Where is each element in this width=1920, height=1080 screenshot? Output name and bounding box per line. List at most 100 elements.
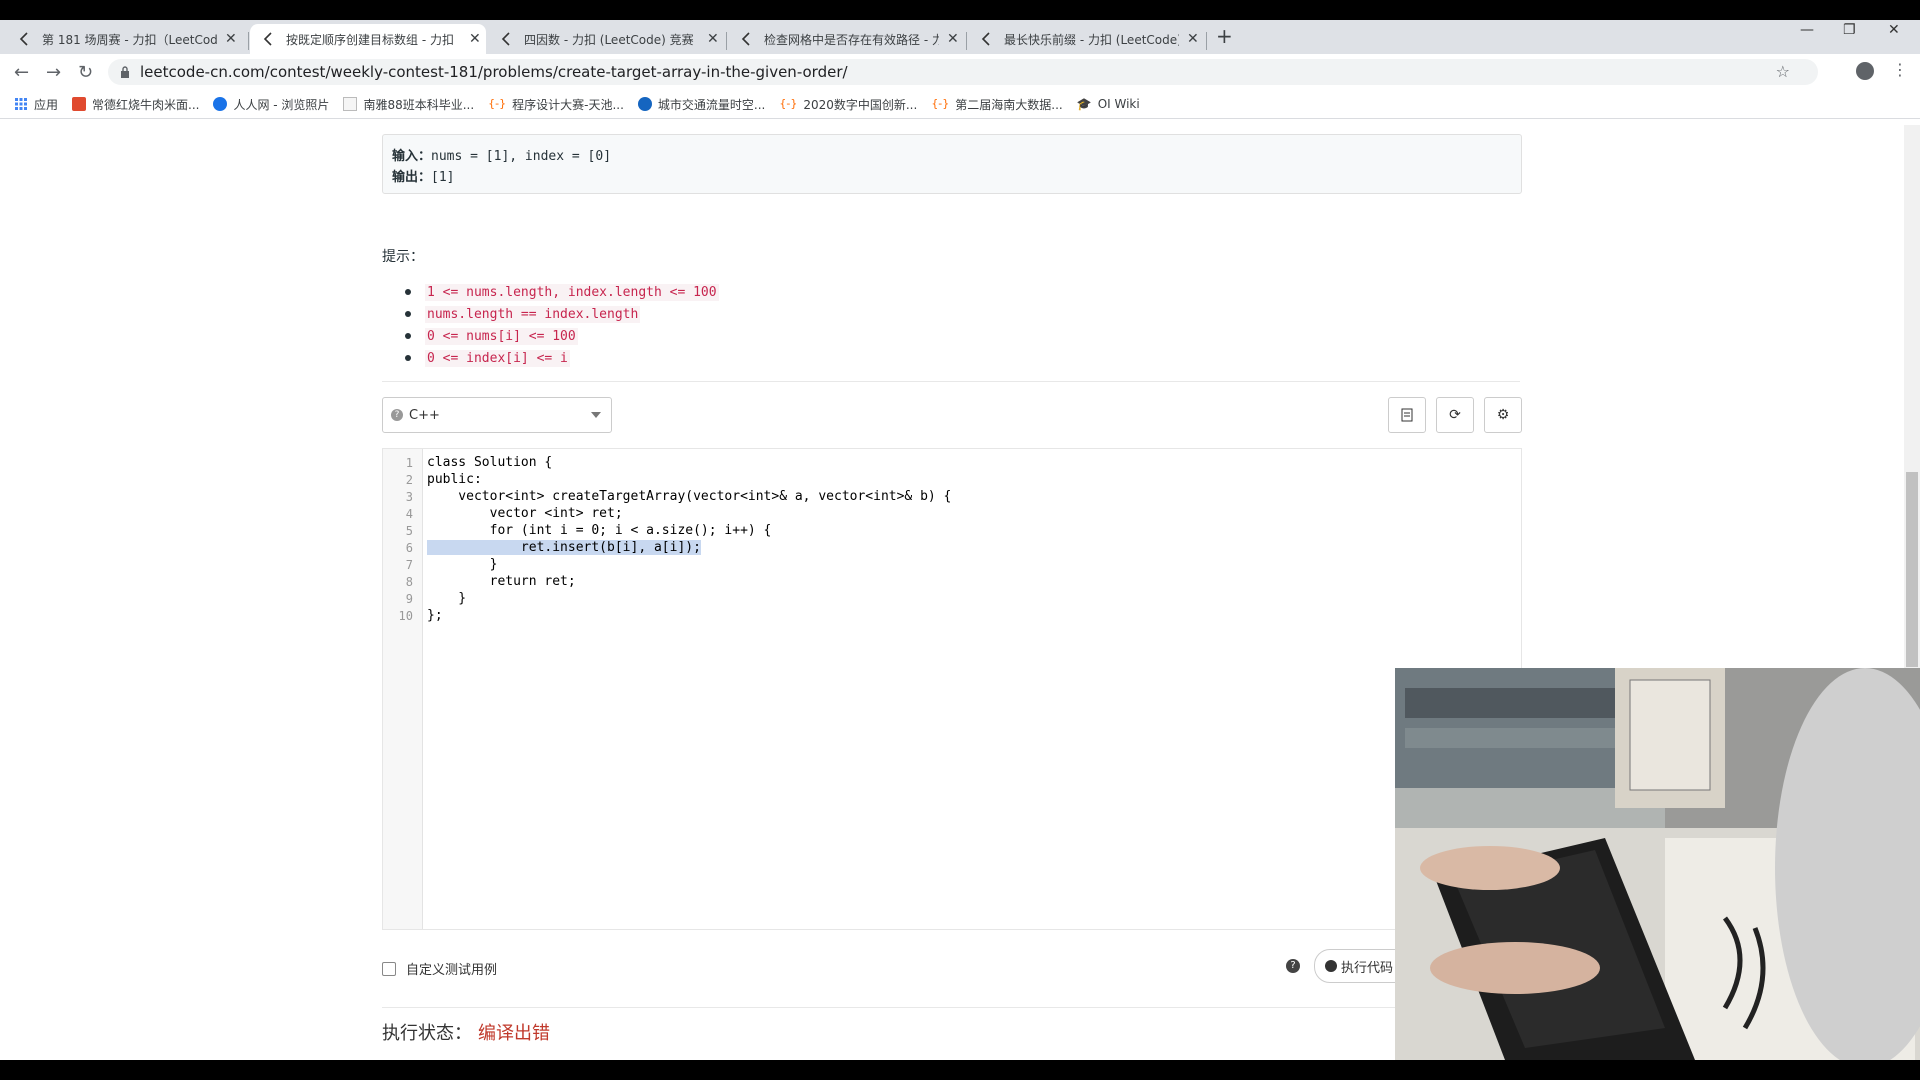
tab-separator xyxy=(966,32,967,50)
code-line: } xyxy=(427,557,498,572)
tab-separator xyxy=(248,32,249,50)
leetcode-icon xyxy=(19,32,28,46)
settings-button[interactable]: ⚙ xyxy=(1484,397,1522,433)
hint-code: 1 <= nums.length, index.length <= 100 xyxy=(425,283,719,301)
line-number: 8 xyxy=(405,575,413,589)
line-number: 1 xyxy=(405,456,413,470)
bookmark-label: 第二届海南大数据... xyxy=(955,97,1063,112)
checkbox[interactable] xyxy=(382,961,396,976)
bookmark-apps[interactable]: 应用 xyxy=(14,96,58,113)
line-gutter: 1 2 3 4 5 6 7 8 9 10 xyxy=(383,449,423,929)
tianchi-icon: {-} xyxy=(488,97,507,110)
bookmark-item[interactable]: {-} 程序设计大赛-天池... xyxy=(488,96,624,113)
hint-code: 0 <= index[i] <= i xyxy=(425,349,570,367)
tab-title: 第 181 场周赛 - 力扣（LeetCod xyxy=(42,32,217,47)
profile-avatar-icon[interactable] xyxy=(1856,62,1874,80)
bookmark-item[interactable]: 人人网 - 浏览照片 xyxy=(213,96,329,113)
bookmark-label: 2020数字中国创新... xyxy=(803,97,918,112)
custom-test-toggle[interactable]: 自定义测试用例 xyxy=(382,959,497,978)
line-number: 3 xyxy=(405,490,413,504)
restore-icon[interactable]: ❐ xyxy=(1843,22,1856,38)
tab-create-target-array[interactable]: 按既定顺序创建目标数组 - 力扣 ✕ xyxy=(250,24,486,54)
leetcode-icon xyxy=(741,32,750,46)
bookmark-label: 人人网 - 浏览照片 xyxy=(233,97,330,112)
new-tab-icon[interactable]: + xyxy=(1216,24,1233,48)
close-icon[interactable]: ✕ xyxy=(469,31,481,47)
letterbox-top xyxy=(0,0,1920,20)
tab-title: 按既定顺序创建目标数组 - 力扣 xyxy=(286,32,454,47)
address-bar[interactable]: leetcode-cn.com/contest/weekly-contest-1… xyxy=(108,59,1818,85)
bookmark-label: 应用 xyxy=(34,97,59,112)
oiwiki-icon: 🎓 xyxy=(1076,97,1092,111)
bookmark-item[interactable]: 南雅88班本科毕业... xyxy=(343,96,474,113)
bookmark-label: 常德红烧牛肉米面... xyxy=(92,97,200,112)
close-icon[interactable]: ✕ xyxy=(947,31,959,47)
reload-icon[interactable]: ↻ xyxy=(78,62,93,83)
help-icon[interactable]: ? xyxy=(1286,959,1300,973)
leetcode-icon xyxy=(501,32,510,46)
lock-icon xyxy=(121,66,129,78)
code-line-selected: ret.insert(b[i], a[i]); xyxy=(427,540,701,555)
code-line: class Solution { xyxy=(427,455,553,470)
letterbox-bottom xyxy=(0,1060,1920,1080)
code-line: public: xyxy=(427,472,482,487)
bookmark-item[interactable]: 城市交通流量时空... xyxy=(637,96,766,113)
minimize-icon[interactable]: — xyxy=(1800,22,1814,38)
help-circle-icon: ? xyxy=(391,409,403,421)
status-label: 执行状态： xyxy=(382,1023,472,1044)
bookmark-item[interactable]: 🎓 OI Wiki xyxy=(1077,97,1140,111)
forward-icon[interactable]: → xyxy=(46,62,61,83)
code-line: } xyxy=(427,591,467,606)
tab-longest-happy-prefix[interactable]: 最长快乐前缀 - 力扣 (LeetCode) ✕ xyxy=(968,24,1204,54)
language-select[interactable]: ? C++ xyxy=(382,397,612,433)
hint-item: 0 <= nums[i] <= 100 xyxy=(405,325,719,347)
output-value: [1] xyxy=(431,170,455,185)
line-number: 6 xyxy=(405,541,413,555)
code-line: }; xyxy=(427,608,443,623)
more-menu-icon[interactable]: ⋮ xyxy=(1892,60,1908,79)
line-number: 9 xyxy=(405,592,413,606)
back-icon[interactable]: ← xyxy=(14,62,29,83)
tianchi-icon: {-} xyxy=(931,97,950,110)
custom-test-label: 自定义测试用例 xyxy=(406,963,498,978)
gear-icon: ⚙ xyxy=(1496,407,1510,423)
hint-code: nums.length == index.length xyxy=(425,305,641,323)
bookmark-item[interactable]: {-} 第二届海南大数据... xyxy=(931,96,1062,113)
webcam-image xyxy=(1395,668,1920,1060)
input-label: 输入： xyxy=(392,149,432,164)
leetcode-icon xyxy=(263,32,272,46)
webcam-overlay xyxy=(1395,668,1920,1060)
code-line: vector <int> ret; xyxy=(427,506,623,521)
bookmark-label: 程序设计大赛-天池... xyxy=(512,97,624,112)
scrollbar-thumb[interactable] xyxy=(1906,472,1918,667)
divider xyxy=(382,381,1520,382)
language-value: C++ xyxy=(409,407,440,423)
star-icon[interactable]: ☆ xyxy=(1776,62,1790,81)
bookmark-item[interactable]: {-} 2020数字中国创新... xyxy=(779,96,917,113)
line-number: 5 xyxy=(405,524,413,538)
hints-list: 1 <= nums.length, index.length <= 100 nu… xyxy=(405,281,719,369)
close-icon[interactable]: ✕ xyxy=(1187,31,1199,47)
url-text: leetcode-cn.com/contest/weekly-contest-1… xyxy=(140,63,848,81)
template-button[interactable] xyxy=(1388,397,1426,433)
browser-toolbar: ← → ↻ leetcode-cn.com/contest/weekly-con… xyxy=(0,54,1920,90)
document-icon xyxy=(1401,408,1413,422)
tab-four-divisors[interactable]: 四因数 - 力扣 (LeetCode) 竞赛 ✕ xyxy=(488,24,724,54)
tab-valid-path[interactable]: 检查网格中是否存在有效路径 - 力 ✕ xyxy=(728,24,964,54)
tab-weekly-contest[interactable]: 第 181 场周赛 - 力扣（LeetCod ✕ xyxy=(6,24,246,54)
code-editor[interactable]: 1 2 3 4 5 6 7 8 9 10 class Solution { pu… xyxy=(382,448,1522,930)
code-line: for (int i = 0; i < a.size(); i++) { xyxy=(427,523,772,538)
close-icon[interactable]: ✕ xyxy=(707,31,719,47)
divider xyxy=(382,1007,1520,1008)
bookmark-item[interactable]: 常德红烧牛肉米面... xyxy=(72,96,199,113)
tab-title: 四因数 - 力扣 (LeetCode) 竞赛 xyxy=(524,32,694,47)
bookmark-label: 城市交通流量时空... xyxy=(657,97,766,112)
tab-title: 最长快乐前缀 - 力扣 (LeetCode) xyxy=(1004,32,1179,47)
hint-code: 0 <= nums[i] <= 100 xyxy=(425,327,578,345)
apps-icon xyxy=(15,98,27,110)
reset-button[interactable]: ⟳ xyxy=(1436,397,1474,433)
example-input: 输入：nums = [1], index = [0] xyxy=(392,145,1521,164)
hint-item: nums.length == index.length xyxy=(405,303,719,325)
window-close-icon[interactable]: ✕ xyxy=(1888,22,1900,38)
close-icon[interactable]: ✕ xyxy=(225,31,237,47)
